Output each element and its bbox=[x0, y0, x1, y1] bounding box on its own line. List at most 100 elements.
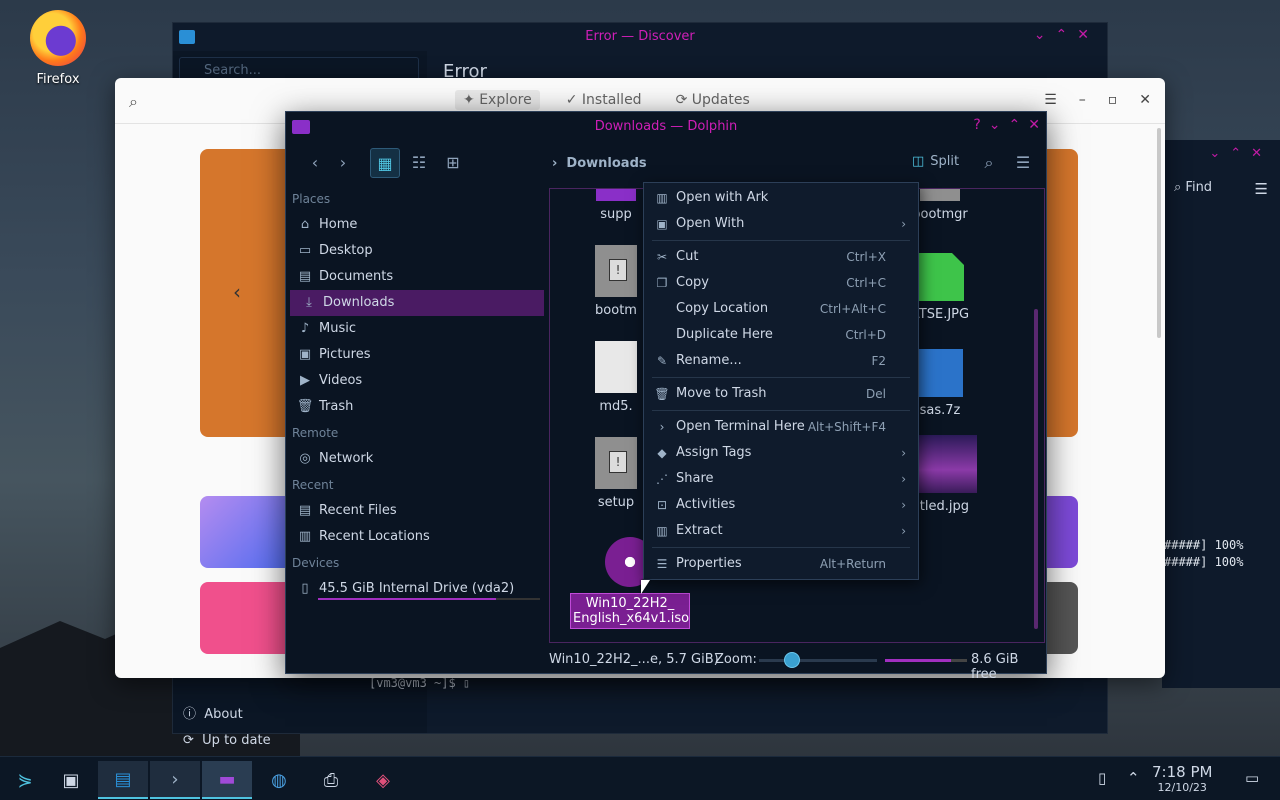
maximize-icon[interactable]: ⌃ bbox=[1009, 117, 1021, 133]
chevron-up-icon[interactable]: ⌃ bbox=[1127, 769, 1140, 787]
menu-assign-tags[interactable]: ◆ Assign Tags › bbox=[644, 440, 918, 466]
menu-shortcut: Ctrl+C bbox=[846, 276, 886, 290]
taskbar-dolphin-icon[interactable]: ▬ bbox=[202, 761, 252, 799]
show-desktop-icon[interactable]: ▭ bbox=[1245, 769, 1259, 787]
search-icon[interactable]: ⌕ bbox=[974, 148, 1004, 178]
taskbar-printer-icon[interactable]: ⎙ bbox=[306, 761, 356, 799]
menu-rename[interactable]: ✎ Rename... F2 bbox=[644, 348, 918, 374]
place-label: Downloads bbox=[323, 295, 395, 310]
menu-copy-location[interactable]: Copy Location Ctrl+Alt+C bbox=[644, 296, 918, 322]
place-videos[interactable]: ▶ Videos bbox=[286, 368, 544, 394]
icons-view-icon[interactable]: ▦ bbox=[370, 148, 400, 178]
find-button[interactable]: ⌕ Find bbox=[1174, 180, 1212, 195]
place-pictures[interactable]: ▣ Pictures bbox=[286, 342, 544, 368]
details-view-icon[interactable]: ☷ bbox=[404, 148, 434, 178]
file-name-selected: Win10_22H2_ English_x64v1.iso bbox=[570, 593, 690, 629]
taskbar-browser-icon[interactable]: ◍ bbox=[254, 761, 304, 799]
menu-open-terminal[interactable]: › Open Terminal Here Alt+Shift+F4 bbox=[644, 414, 918, 440]
find-label: Find bbox=[1185, 180, 1213, 195]
clock[interactable]: 7:18 PM 12/10/23 bbox=[1152, 763, 1212, 794]
zoom-slider[interactable] bbox=[759, 659, 877, 662]
menu-label: Properties bbox=[676, 556, 742, 571]
menu-move-to-trash[interactable]: 🗑 Move to Trash Del bbox=[644, 381, 918, 407]
menu-shortcut: Del bbox=[866, 387, 886, 401]
taskbar-store-icon[interactable]: ◈ bbox=[358, 761, 408, 799]
home-icon: ⌂ bbox=[300, 217, 310, 232]
tab-explore-label: Explore bbox=[479, 92, 532, 108]
terminal-window-buttons[interactable]: ⌄⌃✕ bbox=[1162, 140, 1280, 168]
recent-locations-icon: ▥ bbox=[298, 529, 312, 544]
tag-icon: ◆ bbox=[657, 446, 667, 460]
menu-label: Rename... bbox=[676, 353, 742, 368]
zoom-label: Zoom: bbox=[715, 652, 757, 667]
menu-open-with[interactable]: ▣ Open With › bbox=[644, 211, 918, 237]
menu-cut[interactable]: ✂ Cut Ctrl+X bbox=[644, 244, 918, 270]
desktop-icon-firefox[interactable]: Firefox bbox=[22, 10, 94, 87]
place-label: Music bbox=[319, 321, 356, 336]
place-recent-files[interactable]: ▤ Recent Files bbox=[286, 498, 544, 524]
tab-explore[interactable]: ✦ Explore bbox=[455, 90, 540, 110]
menu-extract[interactable]: ▥ Extract › bbox=[644, 518, 918, 544]
place-home[interactable]: ⌂ Home bbox=[286, 212, 544, 238]
carousel-prev-icon[interactable]: ‹ bbox=[233, 280, 241, 304]
place-documents[interactable]: ▤ Documents bbox=[286, 264, 544, 290]
menu-open-with-ark[interactable]: ▥ Open with Ark bbox=[644, 185, 918, 211]
terminal-window: ⌄⌃✕ ⌕ Find ☰ #####] 100% #####] 100% bbox=[1162, 140, 1280, 688]
place-network[interactable]: ◎ Network bbox=[286, 446, 544, 472]
zoom-slider-handle[interactable] bbox=[784, 652, 800, 668]
file-view-scrollbar[interactable] bbox=[1034, 309, 1038, 629]
tree-view-icon[interactable]: ⊞ bbox=[438, 148, 468, 178]
maximize-icon[interactable]: ▫ bbox=[1108, 92, 1118, 108]
close-icon[interactable]: ✕ bbox=[1028, 117, 1040, 133]
forward-icon[interactable]: › bbox=[328, 148, 358, 178]
store-scrollbar[interactable] bbox=[1157, 128, 1161, 338]
free-space-label: 8.6 GiB free bbox=[971, 652, 1019, 682]
menu-duplicate-here[interactable]: Duplicate Here Ctrl+D bbox=[644, 322, 918, 348]
menu-share[interactable]: ⋰ Share › bbox=[644, 466, 918, 492]
context-menu: ▥ Open with Ark ▣ Open With › ✂ Cut Ctrl+X ❐ C… bbox=[643, 182, 919, 580]
breadcrumb[interactable]: › Downloads bbox=[552, 156, 647, 171]
menu-activities[interactable]: ⊡ Activities › bbox=[644, 492, 918, 518]
trash-icon: 🗑 bbox=[654, 387, 670, 401]
discover-about-label: About bbox=[204, 707, 243, 722]
place-music[interactable]: ♪ Music bbox=[286, 316, 544, 342]
hamburger-icon[interactable]: ☰ bbox=[1044, 92, 1057, 108]
hamburger-menu-icon[interactable]: ☰ bbox=[1008, 148, 1038, 178]
taskbar-terminal-icon[interactable]: › bbox=[150, 761, 200, 799]
help-icon[interactable]: ? bbox=[973, 117, 980, 133]
discover-up-to-date-label: Up to date bbox=[202, 733, 271, 748]
place-desktop[interactable]: ▭ Desktop bbox=[286, 238, 544, 264]
minimize-icon[interactable]: – bbox=[1079, 92, 1086, 108]
tab-installed-label: Installed bbox=[581, 92, 642, 108]
discover-window-buttons[interactable]: ⌄⌃✕ bbox=[1034, 27, 1099, 43]
dolphin-titlebar[interactable]: Downloads — Dolphin ? ⌄ ⌃ ✕ bbox=[286, 112, 1046, 142]
discover-about[interactable]: ⓘ About bbox=[183, 703, 243, 722]
tab-updates[interactable]: ⟳ Updates bbox=[668, 90, 758, 110]
extract-icon: ▥ bbox=[656, 524, 668, 538]
tab-installed[interactable]: ✓ Installed bbox=[558, 90, 650, 110]
split-label: Split bbox=[930, 154, 960, 169]
back-icon[interactable]: ‹ bbox=[300, 148, 330, 178]
picture-icon: ▣ bbox=[298, 347, 312, 362]
place-recent-locations[interactable]: ▥ Recent Locations bbox=[286, 524, 544, 550]
place-downloads[interactable]: ⤓ Downloads bbox=[290, 290, 544, 316]
taskbar-discover-icon[interactable]: ▤ bbox=[98, 761, 148, 799]
discover-titlebar[interactable]: Error — Discover ⌄⌃✕ bbox=[173, 23, 1107, 51]
place-label: Home bbox=[319, 217, 358, 232]
discover-up-to-date[interactable]: ⟳ Up to date bbox=[183, 733, 271, 748]
chevron-right-icon: › bbox=[901, 217, 906, 231]
task-switcher-icon[interactable]: ▣ bbox=[46, 761, 96, 799]
menu-properties[interactable]: ☰ Properties Alt+Return bbox=[644, 551, 918, 577]
clipboard-icon[interactable]: ▯ bbox=[1098, 769, 1106, 787]
minimize-icon[interactable]: ⌄ bbox=[989, 117, 1001, 133]
menu-label: Assign Tags bbox=[676, 445, 752, 460]
document-icon: ▤ bbox=[298, 269, 312, 284]
menu-copy[interactable]: ❐ Copy Ctrl+C bbox=[644, 270, 918, 296]
place-trash[interactable]: 🗑 Trash bbox=[286, 394, 544, 420]
hamburger-menu-icon[interactable]: ☰ bbox=[1255, 180, 1268, 198]
split-button[interactable]: ◫ Split bbox=[912, 154, 959, 169]
split-icon: ◫ bbox=[912, 154, 925, 169]
close-icon[interactable]: ✕ bbox=[1139, 92, 1151, 108]
app-launcher-icon[interactable]: ⋟ bbox=[0, 761, 50, 799]
search-icon[interactable]: ⌕ bbox=[129, 92, 138, 112]
